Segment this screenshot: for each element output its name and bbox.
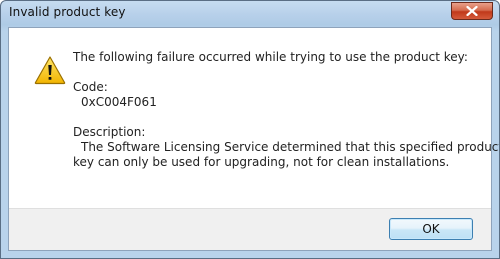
- intro-text: The following failure occurred while try…: [73, 50, 468, 64]
- title-bar[interactable]: Invalid product key: [1, 1, 499, 27]
- close-button[interactable]: [451, 2, 493, 20]
- ok-button[interactable]: OK: [389, 218, 473, 240]
- code-label: Code:: [73, 80, 108, 94]
- description-line-1: The Software Licensing Service determine…: [81, 140, 500, 154]
- window-title: Invalid product key: [9, 5, 126, 19]
- button-bar: OK: [9, 208, 491, 250]
- close-icon: [466, 6, 478, 16]
- description-line-2: key can only be used for upgrading, not …: [73, 155, 450, 169]
- message-content: The following failure occurred while try…: [73, 50, 500, 170]
- dialog-client-area: The following failure occurred while try…: [8, 27, 500, 251]
- code-value: 0xC004F061: [81, 95, 157, 109]
- description-label: Description:: [73, 125, 146, 139]
- warning-icon: [34, 56, 66, 85]
- dialog-window: Invalid product key The following failur…: [0, 0, 500, 259]
